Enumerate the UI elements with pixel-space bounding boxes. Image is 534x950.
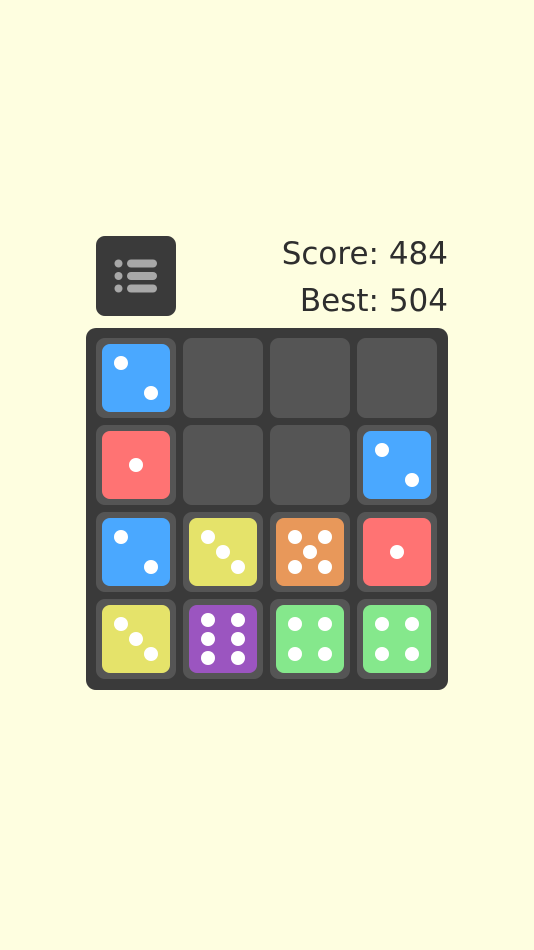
board-cell[interactable] xyxy=(357,599,437,679)
die-pip xyxy=(114,530,129,545)
die-1[interactable] xyxy=(102,431,170,499)
die-pip xyxy=(143,559,158,574)
die-2[interactable] xyxy=(363,431,431,499)
score-label: Score: 484 xyxy=(281,236,448,272)
die-pip xyxy=(288,559,303,574)
die-pip xyxy=(230,612,245,627)
die-2[interactable] xyxy=(102,518,170,586)
board-cell[interactable] xyxy=(270,425,350,505)
board-cell[interactable] xyxy=(183,599,263,679)
die-pip xyxy=(317,559,332,574)
die-3[interactable] xyxy=(189,518,257,586)
die-pip xyxy=(201,612,216,627)
board-cell[interactable] xyxy=(270,599,350,679)
die-5[interactable] xyxy=(276,518,344,586)
die-pip xyxy=(375,646,390,661)
board-cell[interactable] xyxy=(96,512,176,592)
board-cell[interactable] xyxy=(270,512,350,592)
die-pip xyxy=(143,646,158,661)
list-icon xyxy=(114,259,157,293)
die-pip xyxy=(114,617,129,632)
board-cell[interactable] xyxy=(183,512,263,592)
die-pip xyxy=(288,530,303,545)
best-score-label: Best: 504 xyxy=(299,283,448,319)
die-pip xyxy=(201,651,216,666)
die-pip xyxy=(216,545,230,559)
die-pip xyxy=(201,530,216,545)
board-cell[interactable] xyxy=(183,425,263,505)
die-pip xyxy=(288,646,303,661)
board-cell[interactable] xyxy=(357,512,437,592)
die-4[interactable] xyxy=(363,605,431,673)
die-4[interactable] xyxy=(276,605,344,673)
die-pip xyxy=(375,617,390,632)
board-cell[interactable] xyxy=(96,338,176,418)
board-cell[interactable] xyxy=(96,599,176,679)
die-pip xyxy=(129,458,143,472)
menu-button[interactable] xyxy=(96,236,176,316)
die-pip xyxy=(375,443,390,458)
die-pip xyxy=(317,617,332,632)
die-2[interactable] xyxy=(102,344,170,412)
die-pip xyxy=(303,545,317,559)
die-pip xyxy=(317,646,332,661)
die-pip xyxy=(114,356,129,371)
game-board[interactable] xyxy=(86,328,448,690)
board-cell[interactable] xyxy=(270,338,350,418)
board-cell[interactable] xyxy=(96,425,176,505)
die-pip xyxy=(143,385,158,400)
die-pip xyxy=(201,632,216,646)
die-pip xyxy=(288,617,303,632)
die-pip xyxy=(129,632,143,646)
die-pip xyxy=(404,472,419,487)
die-pip xyxy=(230,632,245,646)
die-6[interactable] xyxy=(189,605,257,673)
die-pip xyxy=(317,530,332,545)
die-pip xyxy=(404,646,419,661)
board-cell[interactable] xyxy=(357,338,437,418)
die-3[interactable] xyxy=(102,605,170,673)
board-cell[interactable] xyxy=(183,338,263,418)
die-pip xyxy=(230,651,245,666)
die-pip xyxy=(230,559,245,574)
die-1[interactable] xyxy=(363,518,431,586)
die-pip xyxy=(390,545,404,559)
board-cell[interactable] xyxy=(357,425,437,505)
die-pip xyxy=(404,617,419,632)
